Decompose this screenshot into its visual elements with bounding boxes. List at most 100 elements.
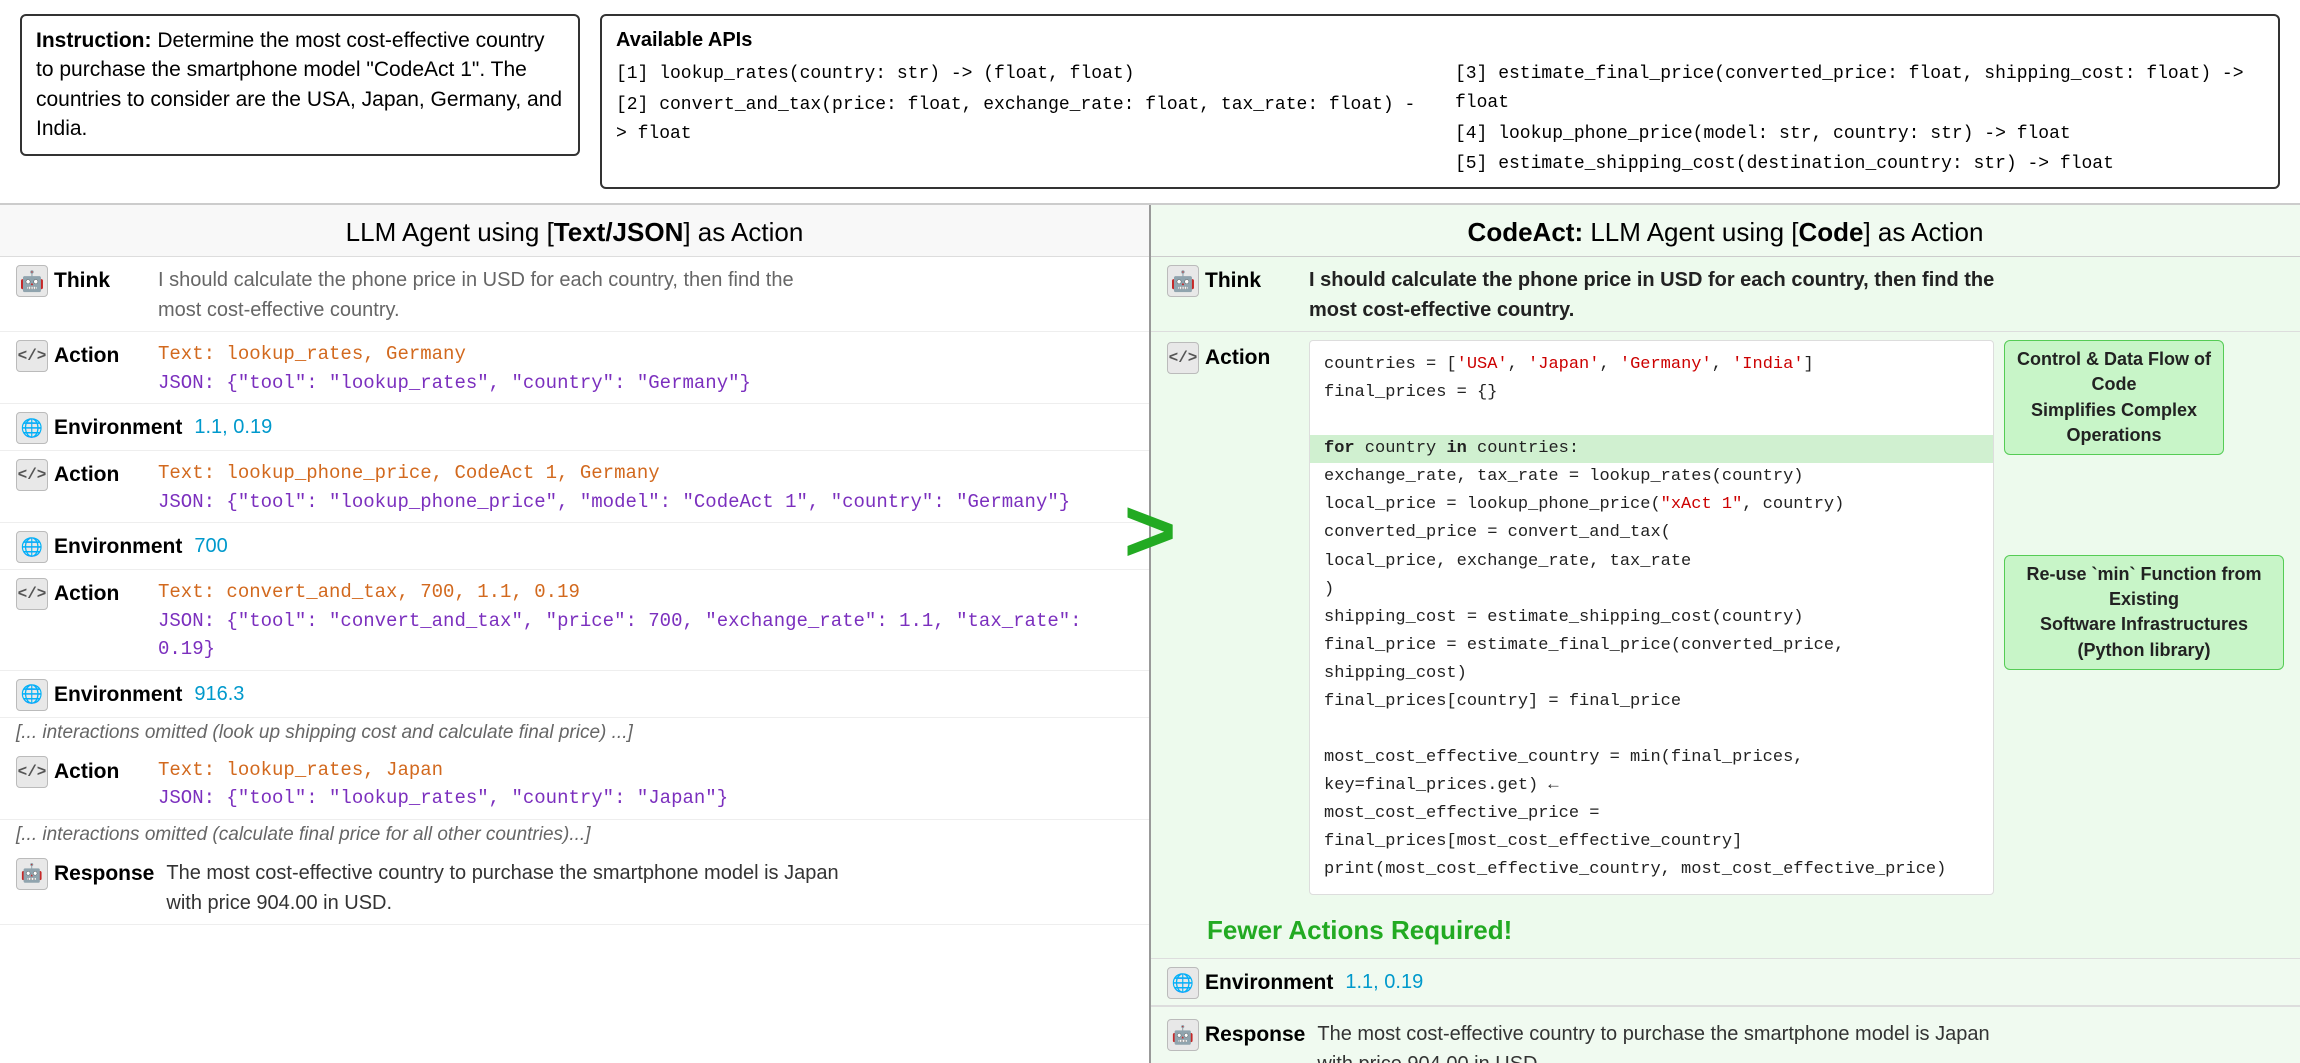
left-action2-row: </> Action Text: lookup_phone_price, Cod…: [0, 451, 1149, 523]
action4-line1: Text: lookup_rates, Japan: [158, 756, 1133, 785]
left-think-row: 🤖 Think I should calculate the phone pri…: [0, 257, 1149, 332]
action3-line2: JSON: {"tool": "convert_and_tax", "price…: [158, 607, 1133, 664]
code-line-5: exchange_rate, tax_rate = lookup_rates(c…: [1324, 463, 1979, 491]
left-action3-content: Text: convert_and_tax, 700, 1.1, 0.19 JS…: [158, 576, 1133, 664]
left-think-content: I should calculate the phone price in US…: [158, 263, 1133, 325]
right-annotations: Control & Data Flow of Code Simplifies C…: [2004, 340, 2284, 670]
code-line-7: converted_price = convert_and_tax(: [1324, 519, 1979, 547]
env-icon-1: 🌐: [16, 412, 48, 444]
code-line-12: final_prices[country] = final_price: [1324, 688, 1979, 716]
action-icon-2: </>: [16, 459, 48, 491]
top-section: Instruction: Determine the most cost-eff…: [0, 0, 2300, 205]
left-omitted1: [... interactions omitted (look up shipp…: [0, 718, 1149, 748]
annotation-control-flow: Control & Data Flow of Code Simplifies C…: [2004, 340, 2224, 455]
code-line-8: local_price, exchange_rate, tax_rate: [1324, 548, 1979, 576]
action-icon-4: </>: [16, 756, 48, 788]
left-panel-title: LLM Agent using [Text/JSON] as Action: [0, 205, 1149, 257]
right-response-icon: 🤖: [1167, 1019, 1199, 1051]
action-label-2: Action: [54, 463, 119, 487]
right-action-label-text: Action: [1205, 346, 1270, 370]
env-icon-2: 🌐: [16, 531, 48, 563]
right-think-content: I should calculate the phone price in US…: [1309, 263, 2284, 325]
right-response-label-text: Response: [1205, 1023, 1305, 1047]
left-action4-label: </> Action: [16, 754, 146, 788]
code-line-empty2: [1324, 716, 1979, 744]
left-panel: LLM Agent using [Text/JSON] as Action 🤖 …: [0, 205, 1151, 1063]
fewer-actions-text: Fewer Actions Required!: [1167, 907, 2284, 954]
left-env3-row: 🌐 Environment 916.3: [0, 671, 1149, 718]
api-item-1: [1] lookup_rates(country: str) -> (float…: [616, 60, 1425, 89]
right-env-content: 1.1, 0.19: [1345, 971, 1423, 994]
action2-line1: Text: lookup_phone_price, CodeAct 1, Ger…: [158, 459, 1133, 488]
left-env1-content: 1.1, 0.19: [194, 410, 1133, 442]
action-icon-3: </>: [16, 578, 48, 610]
left-think-label: 🤖 Think: [16, 263, 146, 297]
left-title-prefix: LLM Agent using [: [346, 217, 554, 247]
code-line-2: final_prices = {}: [1324, 379, 1979, 407]
left-omitted2: [... interactions omitted (calculate fin…: [0, 820, 1149, 850]
main-section: LLM Agent using [Text/JSON] as Action 🤖 …: [0, 205, 2300, 1063]
annotation2-sub: Software Infrastructures (Python library…: [2015, 612, 2273, 662]
right-action-icon: </>: [1167, 342, 1199, 374]
left-action1-label: </> Action: [16, 338, 146, 372]
left-action2-label: </> Action: [16, 457, 146, 491]
right-think-icon: 🤖: [1167, 265, 1199, 297]
instruction-box: Instruction: Determine the most cost-eff…: [20, 14, 580, 156]
code-line-13: most_cost_effective_country = min(final_…: [1324, 744, 1979, 800]
left-env2-label: 🌐 Environment: [16, 529, 182, 563]
right-env-icon: 🌐: [1167, 967, 1199, 999]
right-response-content: The most cost-effective country to purch…: [1317, 1017, 2284, 1063]
action-icon-1: </>: [16, 340, 48, 372]
code-line-6: local_price = lookup_phone_price("xAct 1…: [1324, 491, 1979, 519]
code-line-9: ): [1324, 576, 1979, 604]
action4-line2: JSON: {"tool": "lookup_rates", "country"…: [158, 784, 1133, 813]
response-icon: 🤖: [16, 858, 48, 890]
action1-line1: Text: lookup_rates, Germany: [158, 340, 1133, 369]
code-line-15: print(most_cost_effective_country, most_…: [1324, 856, 1979, 884]
right-env-label-text: Environment: [1205, 971, 1333, 995]
spacer: [2004, 465, 2284, 545]
right-think-label: 🤖 Think: [1167, 263, 1297, 297]
left-action1-content: Text: lookup_rates, Germany JSON: {"tool…: [158, 338, 1133, 397]
code-line-for: for country in countries:: [1310, 435, 1993, 463]
left-response-row: 🤖 Response The most cost-effective count…: [0, 850, 1149, 925]
code-line-14: most_cost_effective_price = final_prices…: [1324, 800, 1979, 856]
action-label-1: Action: [54, 344, 119, 368]
api-item-5: [5] estimate_shipping_cost(destination_c…: [1455, 150, 2264, 179]
annotation2-title: Re-use `min` Function from Existing: [2015, 562, 2273, 612]
right-panel: CodeAct: LLM Agent using [Code] as Actio…: [1151, 205, 2300, 1063]
action1-line2: JSON: {"tool": "lookup_rates", "country"…: [158, 369, 1133, 398]
code-line-10: shipping_cost = estimate_shipping_cost(c…: [1324, 604, 1979, 632]
right-action-content: countries = ['USA', 'Japan', 'Germany', …: [1309, 340, 2284, 895]
response-label-text: Response: [54, 862, 154, 886]
right-response-row: 🤖 Response The most cost-effective count…: [1151, 1006, 2300, 1063]
left-env1-row: 🌐 Environment 1.1, 0.19: [0, 404, 1149, 451]
api-item-2: [2] convert_and_tax(price: float, exchan…: [616, 91, 1425, 149]
api-item-3: [3] estimate_final_price(converted_price…: [1455, 60, 2264, 118]
left-action3-row: </> Action Text: convert_and_tax, 700, 1…: [0, 570, 1149, 671]
right-think-row: 🤖 Think I should calculate the phone pri…: [1151, 257, 2300, 332]
left-action4-content: Text: lookup_rates, Japan JSON: {"tool":…: [158, 754, 1133, 813]
env-label-1: Environment: [54, 416, 182, 440]
apis-box: Available APIs [1] lookup_rates(country:…: [600, 14, 2280, 189]
action-label-3: Action: [54, 582, 119, 606]
left-action2-content: Text: lookup_phone_price, CodeAct 1, Ger…: [158, 457, 1133, 516]
code-line-11: final_price = estimate_final_price(conve…: [1324, 632, 1979, 688]
right-panel-title: CodeAct: LLM Agent using [Code] as Actio…: [1151, 205, 2300, 257]
env-label-2: Environment: [54, 535, 182, 559]
right-env-label: 🌐 Environment: [1167, 965, 1333, 999]
right-response-label: 🤖 Response: [1167, 1017, 1305, 1051]
env-label-3: Environment: [54, 683, 182, 707]
left-action4-row: </> Action Text: lookup_rates, Japan JSO…: [0, 748, 1149, 820]
instruction-label: Instruction:: [36, 29, 152, 52]
code-line-empty: [1324, 407, 1979, 435]
left-env3-label: 🌐 Environment: [16, 677, 182, 711]
right-title-codeact: CodeAct: LLM Agent using [Code] as Actio…: [1468, 217, 1984, 247]
apis-grid: [1] lookup_rates(country: str) -> (float…: [616, 60, 2264, 179]
apis-title: Available APIs: [616, 24, 2264, 56]
annotation1-title: Control & Data Flow of Code: [2015, 347, 2213, 397]
left-env3-content: 916.3: [194, 677, 1133, 709]
right-env-row: 🌐 Environment 1.1, 0.19: [1151, 958, 2300, 1006]
left-action3-label: </> Action: [16, 576, 146, 610]
left-response-content: The most cost-effective country to purch…: [166, 856, 1133, 918]
